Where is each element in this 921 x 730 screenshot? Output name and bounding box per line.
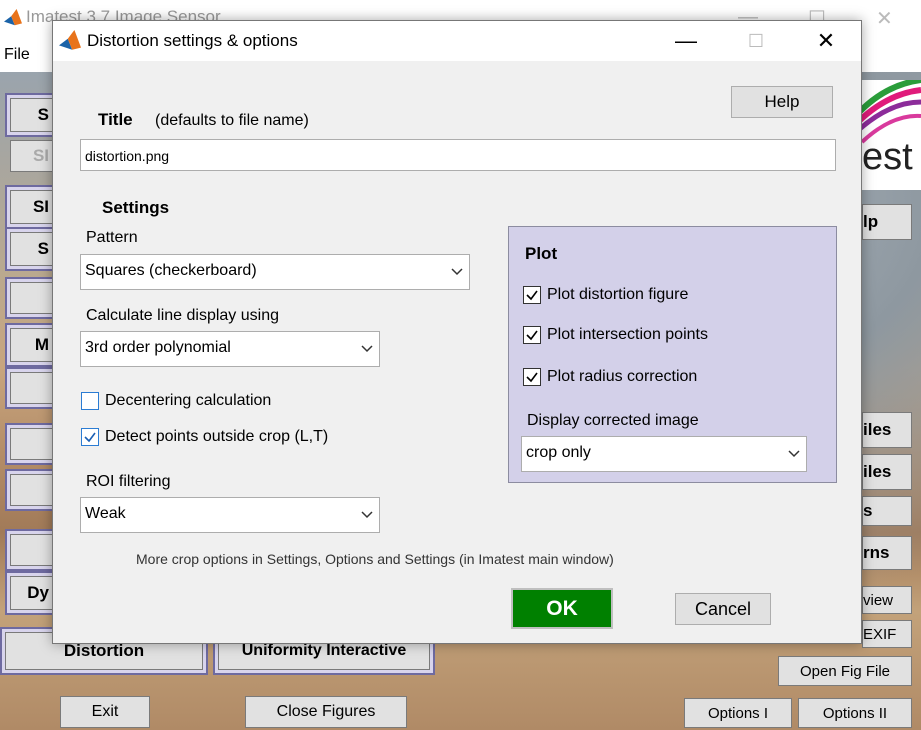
checkmark-icon xyxy=(526,290,538,301)
roi-filtering-value: Weak xyxy=(85,505,126,522)
main-left-button-blank-2[interactable] xyxy=(10,372,54,404)
detect-points-label: Detect points outside crop (L,T) xyxy=(105,428,329,445)
roi-filtering-label: ROI filtering xyxy=(86,473,171,490)
decentering-checkbox-row[interactable]: Decentering calculation xyxy=(81,392,271,410)
main-right-button-7[interactable]: EXIF xyxy=(862,620,912,648)
footer-note: More crop options in Settings, Options a… xyxy=(136,551,614,567)
title-label: Title xyxy=(98,110,133,129)
menu-file[interactable]: File xyxy=(4,46,30,64)
plot-intersection-checkbox[interactable] xyxy=(523,326,541,344)
plot-intersection-checkbox-row[interactable]: Plot intersection points xyxy=(523,326,708,344)
close-figures-button[interactable]: Close Figures xyxy=(245,696,407,728)
main-left-button-6[interactable]: Dy xyxy=(10,576,54,610)
minimize-icon[interactable]: — xyxy=(663,23,709,59)
main-left-button-4[interactable]: S xyxy=(10,232,54,266)
calc-line-select[interactable]: 3rd order polynomial xyxy=(80,331,380,367)
logo-text: est xyxy=(862,136,913,178)
plot-heading: Plot xyxy=(525,244,558,263)
main-right-button-2[interactable]: iles xyxy=(862,412,912,448)
help-button[interactable]: Help xyxy=(731,86,833,118)
display-corrected-value: crop only xyxy=(526,444,591,461)
decentering-label: Decentering calculation xyxy=(105,392,272,409)
main-left-button-blank-3[interactable] xyxy=(10,428,54,460)
main-right-button-6[interactable]: view xyxy=(862,586,912,614)
main-left-button-2[interactable]: SI xyxy=(10,140,54,172)
plot-distortion-checkbox-row[interactable]: Plot distortion figure xyxy=(523,286,688,304)
main-left-button-blank-4[interactable] xyxy=(10,474,54,506)
chevron-down-icon xyxy=(782,437,806,471)
calc-line-label: Calculate line display using xyxy=(86,307,279,324)
main-left-button-1[interactable]: S xyxy=(10,98,54,132)
title-hint: (defaults to file name) xyxy=(155,112,309,129)
checkmark-icon xyxy=(526,372,538,383)
main-right-button-3[interactable]: iles xyxy=(862,454,912,490)
plot-radius-checkbox[interactable] xyxy=(523,368,541,386)
main-left-button-3[interactable]: SI xyxy=(10,190,54,224)
open-fig-file-button[interactable]: Open Fig File xyxy=(778,656,912,686)
plot-distortion-label: Plot distortion figure xyxy=(547,286,689,303)
plot-radius-checkbox-row[interactable]: Plot radius correction xyxy=(523,368,697,386)
checkmark-icon xyxy=(526,330,538,341)
decentering-checkbox[interactable] xyxy=(81,392,99,410)
matlab-logo-icon xyxy=(4,9,22,26)
display-corrected-label: Display corrected image xyxy=(527,412,699,429)
display-corrected-select[interactable]: crop only xyxy=(521,436,807,472)
main-left-button-blank-1[interactable] xyxy=(10,282,54,314)
settings-heading: Settings xyxy=(102,198,170,217)
ok-button[interactable]: OK xyxy=(511,588,613,629)
detect-points-checkbox-row[interactable]: Detect points outside crop (L,T) xyxy=(81,428,328,446)
cancel-button[interactable]: Cancel xyxy=(675,593,771,625)
main-left-button-5[interactable]: M xyxy=(10,328,54,362)
chevron-down-icon xyxy=(355,498,379,532)
pattern-value: Squares (checkerboard) xyxy=(85,262,257,279)
plot-distortion-checkbox[interactable] xyxy=(523,286,541,304)
plot-panel: Plot Plot distortion figure Plot interse… xyxy=(508,226,837,483)
dialog-title: Distortion settings & options xyxy=(87,31,298,50)
plot-intersection-label: Plot intersection points xyxy=(547,326,708,343)
main-left-button-blank-5[interactable] xyxy=(10,534,54,566)
distortion-settings-dialog: Distortion settings & options — ☐ ✕ Help… xyxy=(52,20,862,644)
matlab-logo-icon xyxy=(59,30,81,50)
close-icon[interactable]: ✕ xyxy=(803,23,849,59)
plot-radius-label: Plot radius correction xyxy=(547,368,698,385)
main-right-button-4[interactable]: s xyxy=(862,496,912,526)
checkmark-icon xyxy=(84,432,96,443)
chevron-down-icon xyxy=(355,332,379,366)
pattern-label: Pattern xyxy=(86,229,138,246)
options-1-button[interactable]: Options I xyxy=(684,698,792,728)
options-2-button[interactable]: Options II xyxy=(798,698,912,728)
main-right-button-1[interactable]: lp xyxy=(862,204,912,240)
roi-filtering-select[interactable]: Weak xyxy=(80,497,380,533)
chevron-down-icon xyxy=(445,255,469,289)
title-input[interactable]: distortion.png xyxy=(80,139,836,171)
main-close-icon[interactable]: ✕ xyxy=(876,6,893,31)
exit-button[interactable]: Exit xyxy=(60,696,150,728)
maximize-icon[interactable]: ☐ xyxy=(733,23,779,59)
main-right-button-5[interactable]: rns xyxy=(862,536,912,570)
calc-line-value: 3rd order polynomial xyxy=(85,339,231,356)
pattern-select[interactable]: Squares (checkerboard) xyxy=(80,254,470,290)
detect-points-checkbox[interactable] xyxy=(81,428,99,446)
